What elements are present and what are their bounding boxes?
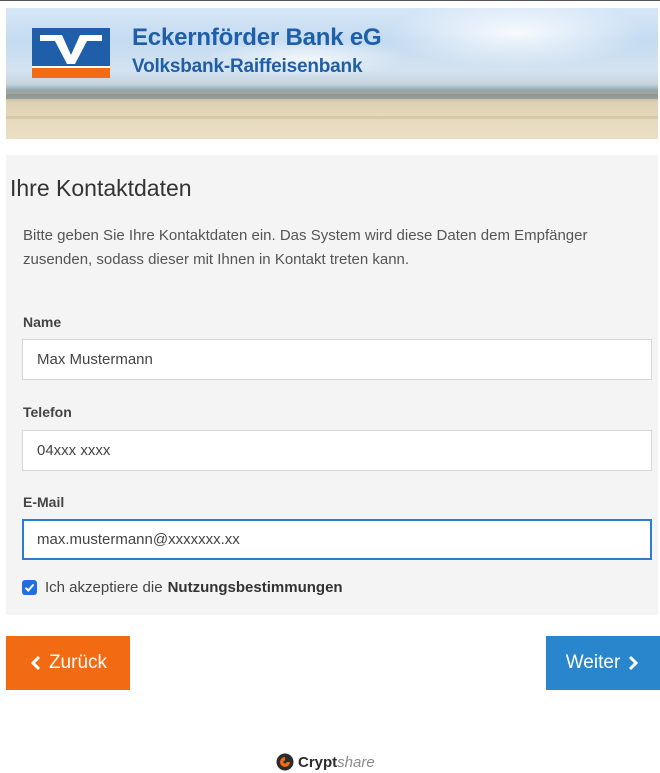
- terms-link[interactable]: Nutzungsbestimmungen: [168, 579, 343, 596]
- footer-brand-light: share: [337, 753, 375, 771]
- next-button[interactable]: Weiter: [546, 636, 660, 690]
- chevron-right-icon: [629, 655, 639, 671]
- vr-logo-icon: [32, 28, 110, 78]
- header-banner: Eckernförder Bank eG Volksbank-Raiffeise…: [6, 8, 658, 139]
- intro-text: Bitte geben Sie Ihre Kontaktdaten ein. D…: [23, 227, 588, 268]
- bank-subtitle: Volksbank-Raiffeisenbank: [132, 56, 363, 77]
- bank-name: Eckernförder Bank eG: [132, 24, 382, 51]
- terms-checkbox[interactable]: [22, 579, 37, 595]
- checkmark-icon: [24, 583, 35, 592]
- terms-prefix: Ich akzeptiere die: [45, 578, 163, 596]
- back-button-label: Zurück: [48, 652, 108, 673]
- name-label: Name: [23, 314, 62, 330]
- back-button[interactable]: Zurück: [6, 636, 130, 690]
- cryptshare-footer: Crypt share: [276, 752, 375, 772]
- phone-label: Telefon: [23, 404, 72, 420]
- top-border: [0, 0, 660, 1]
- phone-field[interactable]: [22, 430, 652, 471]
- email-field[interactable]: [22, 519, 652, 560]
- terms-row: Ich akzeptiere die Nutzungsbestimmungen: [22, 578, 343, 596]
- name-field[interactable]: [22, 339, 652, 380]
- email-label: E-Mail: [23, 494, 65, 510]
- page-title: Ihre Kontaktdaten: [10, 175, 192, 201]
- footer-brand-strong: Crypt: [298, 753, 338, 771]
- next-button-label: Weiter: [565, 652, 621, 673]
- cryptshare-logo-icon: [276, 753, 294, 771]
- chevron-left-icon: [30, 655, 41, 671]
